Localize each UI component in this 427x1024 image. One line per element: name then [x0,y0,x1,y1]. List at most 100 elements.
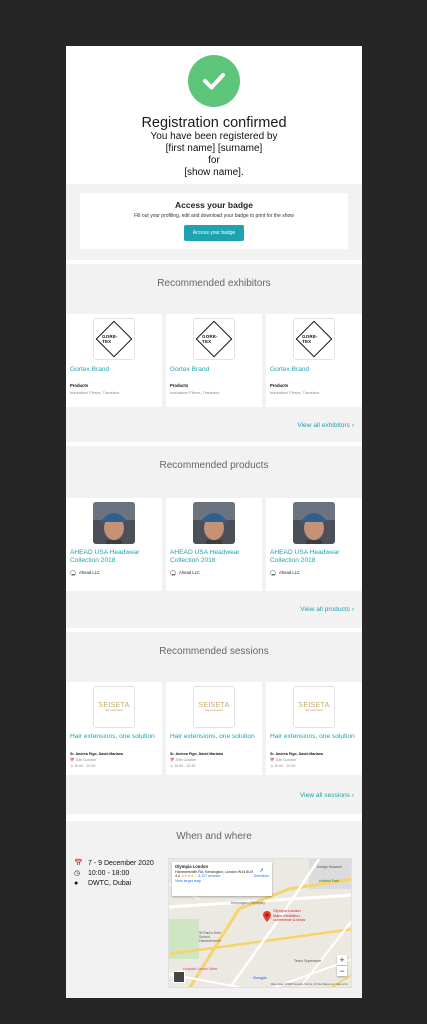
products-heading: Recommended products [159,460,269,471]
map-label: Tesco Superstore [294,959,322,963]
zoom-in-button[interactable]: + [337,955,347,965]
for-text: for [208,155,220,166]
product-image [193,502,235,544]
session-date: 📅 30th October [270,758,297,762]
zoom-out-button[interactable]: − [337,966,347,976]
map-pin-icon[interactable] [263,909,271,927]
session-speakers: Sr. Andrea Pigo, David Mariano [170,752,224,756]
exhibitor-products-label: Products [270,383,289,388]
map-label: Kensington (Olympia) [231,901,265,905]
exhibitor-name[interactable]: Gortex Brand [70,366,109,374]
session-logo: SEISETA hair extensions [193,686,235,728]
map-attribution: Map data ©2020 Google Terms of Use Repor… [270,982,348,986]
location-pin-icon: ● [74,880,79,887]
product-image [93,502,135,544]
exhibitor-products-label: Products [170,383,189,388]
badge-card: Access your badge Fill out your profilin… [80,193,348,249]
when-where-heading: When and where [176,831,252,842]
event-location: DWTC, Dubai [88,880,132,887]
product-card[interactable]: AHEAD USA Headwear Collection 2018 Ahead… [266,498,362,591]
map-address: Hammersmith Rd, Kensington, London W14 8… [175,869,254,874]
exhibitor-logo: GORE-TEX [93,318,135,360]
view-all-sessions-link[interactable]: View all sessions › [300,792,354,799]
product-card[interactable]: AHEAD USA Headwear Collection 2018 Ahead… [66,498,162,591]
checkmark-icon [188,55,240,107]
email-body: Registration confirmed You have been reg… [66,46,362,998]
session-name[interactable]: Hair extensions, one solution [170,733,255,741]
rating-stars-icon: ★★★★☆ [181,874,198,878]
product-company: Ahead LLC [79,570,100,575]
product-company: Ahead LLC [279,570,300,575]
exhibitor-card[interactable]: GORE-TEX Gortex Brand Products Insulatio… [166,314,262,407]
map-label: Design Museum [317,865,343,869]
exhibitors-heading: Recommended exhibitors [157,278,271,289]
company-icon [170,570,176,576]
show-name: [show name]. [184,167,244,178]
map-label: St Paul's Girls' School, Hammersmith [199,931,222,943]
sessions-section: Recommended sessions SEISETA hair extensi… [66,632,362,814]
map-pin-label: Olympia London Major exhibition, conferen… [273,909,306,922]
venue-map[interactable]: Olympia London Hammersmith Rd, Kensingto… [168,858,352,988]
clock-icon: ◷ [74,870,81,877]
exhibitor-logo: GORE-TEX [293,318,335,360]
map-label: Hospital London West [183,967,218,971]
exhibitor-products: Insulation/ Fibres, Transfers [170,390,220,395]
event-time: 10:00 - 18:00 [88,870,130,877]
exhibitor-logo: GORE-TEX [193,318,235,360]
exhibitor-card[interactable]: GORE-TEX Gortex Brand Products Insulatio… [266,314,362,407]
badge-section: Access your badge Fill out your profilin… [66,184,362,260]
product-company: Ahead LLC [179,570,200,575]
session-name[interactable]: Hair extensions, one solution [70,733,155,741]
exhibitor-name[interactable]: Gortex Brand [170,366,209,374]
session-card[interactable]: SEISETA hair extensions Hair extensions, … [266,682,362,775]
event-info: 📅 7 - 9 December 2020 ◷ 10:00 - 18:00 ● DWT… [74,859,154,889]
confirmation-header: Registration confirmed You have been reg… [66,46,362,184]
exhibitor-products: Insulation/ Fibres, Transfers [270,390,320,395]
product-image [293,502,335,544]
session-name[interactable]: Hair extensions, one solution [270,733,355,741]
when-where-section: When and where 📅 7 - 9 December 2020 ◷ 10:… [66,821,362,998]
company-icon [70,570,76,576]
access-badge-button[interactable]: Access your badge [183,225,245,241]
satellite-toggle-button[interactable] [173,971,185,983]
calendar-icon: 📅 [74,860,83,867]
product-card[interactable]: AHEAD USA Headwear Collection 2018 Ahead… [166,498,262,591]
badge-title: Access your badge [175,200,253,210]
map-rating: 4.4 [175,874,180,878]
exhibitor-name[interactable]: Gortex Brand [270,366,309,374]
session-speakers: Sr. Andrea Pigo, David Mariano [270,752,324,756]
map-info-popup: Olympia London Hammersmith Rd, Kensingto… [172,862,272,896]
session-logo: SEISETA hair extensions [93,686,135,728]
product-name[interactable]: AHEAD USA Headwear Collection 2018 [70,549,162,565]
registrant-name: [first name] [surname] [165,143,263,154]
session-card[interactable]: SEISETA hair extensions Hair extensions, … [66,682,162,775]
company-icon [270,570,276,576]
session-time: ◷ 10:00 - 10:30 [270,764,296,768]
registered-by-text: You have been registered by [150,131,278,142]
google-logo: Google [253,975,267,980]
badge-subtitle: Fill out your profiling, edit and downlo… [134,213,294,219]
session-logo: SEISETA hair extensions [293,686,335,728]
exhibitors-section: Recommended exhibitors GORE-TEX Gortex B… [66,264,362,442]
directions-button[interactable]: ➚ Directions [254,868,269,878]
session-time: ◷ 10:00 - 10:30 [170,764,196,768]
session-date: 📅 30th October [70,758,97,762]
event-dates: 7 - 9 December 2020 [88,860,154,867]
exhibitor-card[interactable]: GORE-TEX Gortex Brand Products Insulatio… [66,314,162,407]
session-speakers: Sr. Andrea Pigo, David Mariano [70,752,124,756]
product-name[interactable]: AHEAD USA Headwear Collection 2018 [270,549,362,565]
sessions-heading: Recommended sessions [159,646,269,657]
map-reviews-link[interactable]: 3,127 reviews [198,874,220,878]
view-all-products-link[interactable]: View all products › [300,606,354,613]
session-card[interactable]: SEISETA hair extensions Hair extensions, … [166,682,262,775]
products-section: Recommended products AHEAD USA Headwear … [66,446,362,628]
product-name[interactable]: AHEAD USA Headwear Collection 2018 [170,549,262,565]
exhibitor-products-label: Products [70,383,89,388]
view-larger-map-link[interactable]: View larger map [175,879,201,883]
view-all-exhibitors-link[interactable]: View all exhibitors › [297,422,354,429]
session-date: 📅 30th October [170,758,197,762]
map-place-name: Olympia London [175,864,209,869]
map-label: Holland Park [319,879,340,883]
session-time: ◷ 10:00 - 10:30 [70,764,96,768]
page-title: Registration confirmed [141,115,287,131]
